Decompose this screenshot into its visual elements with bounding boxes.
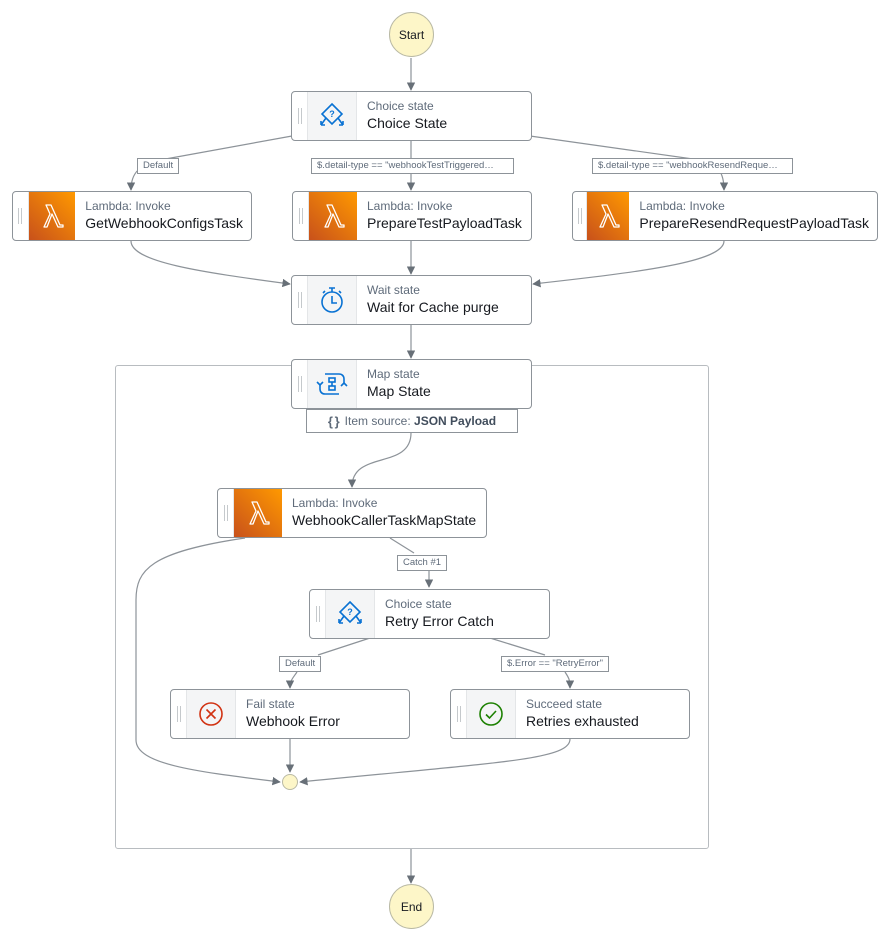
node-choice-state[interactable]: ? Choice state Choice State [291, 91, 532, 141]
edge-label-default: Default [137, 158, 180, 174]
lambda-icon [587, 192, 630, 240]
edge-resend-wait [532, 240, 725, 288]
edge-label-resend: $.detail-type == "webhookResendReque… [592, 158, 793, 174]
item-source-prefix: Item source: [344, 414, 411, 428]
junction-node [282, 774, 298, 790]
fail-icon [187, 690, 236, 738]
node-prepare-test-payload[interactable]: Lambda: Invoke PrepareTestPayloadTask [292, 191, 532, 241]
node-title: Retries exhausted [526, 713, 639, 729]
edge-label-test: $.detail-type == "webhookTestTriggered… [311, 158, 514, 174]
start-node[interactable]: Start [389, 12, 434, 57]
node-type-label: Wait state [367, 283, 420, 297]
node-retries-exhausted[interactable]: Succeed state Retries exhausted [450, 689, 690, 739]
node-webhook-caller[interactable]: Lambda: Invoke WebhookCallerTaskMapState [217, 488, 487, 538]
drag-handle[interactable] [292, 92, 308, 140]
svg-text:?: ? [329, 109, 335, 119]
drag-handle[interactable] [573, 192, 588, 240]
node-wait-cache-purge[interactable]: Wait state Wait for Cache purge [291, 275, 532, 325]
node-type-label: Lambda: Invoke [639, 199, 725, 213]
node-type-label: Map state [367, 367, 420, 381]
timer-icon [308, 276, 357, 324]
node-title: Choice State [367, 115, 448, 131]
node-type-label: Lambda: Invoke [367, 199, 453, 213]
drag-handle[interactable] [292, 360, 308, 408]
choice-icon: ? [326, 590, 375, 638]
node-retry-error-catch[interactable]: ? Choice state Retry Error Catch [309, 589, 550, 639]
drag-handle[interactable] [292, 276, 308, 324]
end-node[interactable]: End [389, 884, 434, 929]
edge-label-retry-error: $.Error == "RetryError" [501, 656, 609, 672]
drag-handle[interactable] [171, 690, 187, 738]
node-title: WebhookCallerTaskMapState [292, 512, 477, 528]
lambda-icon [28, 192, 76, 240]
edge-label-catch: Catch #1 [397, 555, 448, 571]
choice-icon: ? [308, 92, 357, 140]
node-prepare-resend-payload[interactable]: Lambda: Invoke PrepareResendRequestPaylo… [572, 191, 878, 241]
edge-get-wait [130, 240, 291, 288]
node-title: GetWebhookConfigsTask [85, 215, 243, 231]
start-label: Start [398, 27, 425, 42]
drag-handle[interactable] [218, 489, 234, 537]
drag-handle[interactable] [13, 192, 29, 240]
end-label: End [400, 899, 423, 914]
node-title: Retry Error Catch [385, 613, 494, 629]
drag-handle[interactable] [310, 590, 326, 638]
node-title: Map State [367, 383, 431, 399]
lambda-icon [234, 489, 282, 537]
json-braces-icon: { } [327, 413, 340, 429]
edge-label-retry-default: Default [279, 656, 322, 672]
succeed-icon [467, 690, 516, 738]
drag-handle[interactable] [451, 690, 467, 738]
node-get-webhook-configs[interactable]: Lambda: Invoke GetWebhookConfigsTask [12, 191, 252, 241]
node-title: PrepareResendRequestPayloadTask [639, 215, 869, 231]
node-title: Wait for Cache purge [367, 299, 499, 315]
node-type-label: Succeed state [526, 697, 603, 711]
node-type-label: Choice state [367, 99, 434, 113]
map-icon [308, 360, 357, 408]
node-map-state[interactable]: Map state Map State [291, 359, 532, 409]
lambda-icon [309, 192, 357, 240]
item-source-value: JSON Payload [414, 414, 497, 428]
node-webhook-error[interactable]: Fail state Webhook Error [170, 689, 410, 739]
node-type-label: Lambda: Invoke [85, 199, 171, 213]
item-source-badge: { } Item source: JSON Payload [306, 409, 518, 433]
node-title: Webhook Error [246, 713, 340, 729]
node-title: PrepareTestPayloadTask [367, 215, 522, 231]
drag-handle[interactable] [293, 192, 309, 240]
svg-text:?: ? [347, 607, 353, 617]
node-type-label: Lambda: Invoke [292, 496, 378, 510]
node-type-label: Choice state [385, 597, 452, 611]
node-type-label: Fail state [246, 697, 295, 711]
